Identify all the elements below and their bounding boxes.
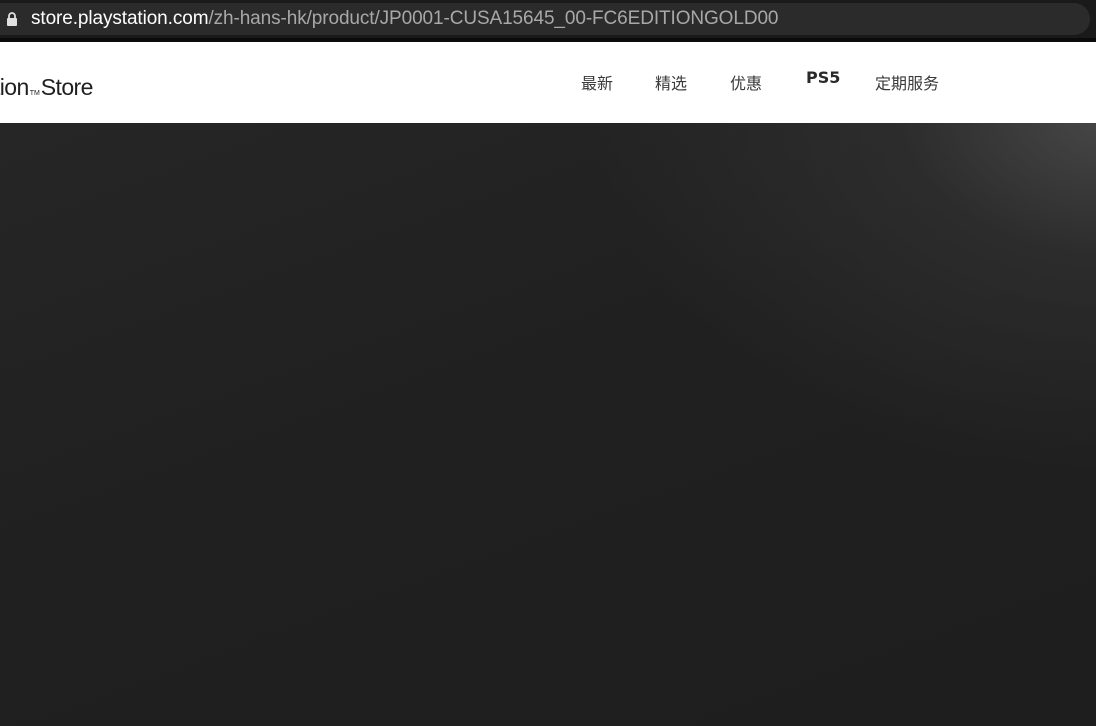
- browser-address-bar: store.playstation.com/zh-hans-hk/product…: [0, 0, 1096, 38]
- lock-icon[interactable]: [6, 12, 18, 26]
- nav-item-featured[interactable]: 精选: [655, 70, 687, 94]
- nav-item-new[interactable]: 最新: [581, 70, 613, 94]
- nav-item-deals[interactable]: 优惠: [730, 70, 762, 94]
- nav-item-ps5[interactable]: PS5: [806, 68, 840, 87]
- product-hero: [0, 123, 1096, 726]
- url-field[interactable]: store.playstation.com/zh-hans-hk/product…: [0, 3, 1090, 35]
- main-nav: 最新 精选 优惠 PS5 定期服务: [0, 68, 1096, 96]
- url-path: /zh-hans-hk/product/JP0001-CUSA15645_00-…: [208, 8, 779, 29]
- url-text[interactable]: store.playstation.com/zh-hans-hk/product…: [31, 9, 778, 29]
- url-host: store.playstation.com: [31, 8, 209, 29]
- nav-item-subscriptions[interactable]: 定期服务: [875, 70, 939, 94]
- site-header: tionTMStore 最新 精选 优惠 PS5 定期服务: [0, 42, 1096, 123]
